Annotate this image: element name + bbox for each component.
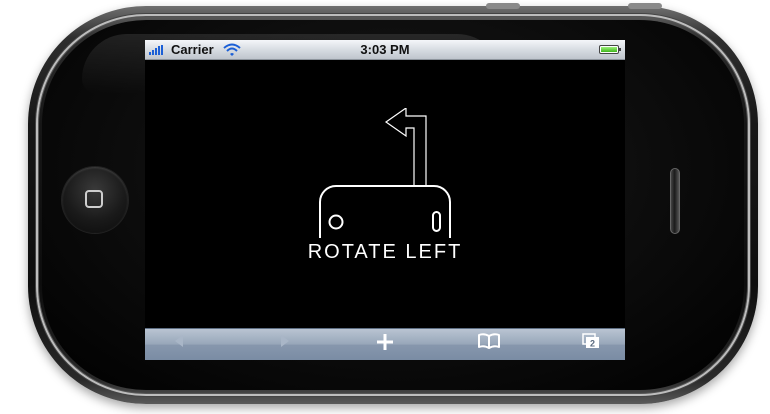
pages-icon: 2 <box>582 333 599 349</box>
bookmarks-button[interactable] <box>469 333 509 357</box>
earpiece-speaker <box>670 168 680 234</box>
add-bookmark-button[interactable] <box>365 333 405 357</box>
back-arrow-icon <box>175 335 183 347</box>
rotate-left-icon <box>319 108 451 238</box>
status-bar: Carrier 3:03 PM <box>145 40 625 60</box>
rotate-message: ROTATE LEFT <box>307 241 463 263</box>
pages-count: 2 <box>590 339 595 349</box>
bookmarks-icon <box>478 333 500 349</box>
status-time: 3:03 PM <box>360 42 410 57</box>
safari-toolbar: 2 <box>145 328 625 360</box>
forward-arrow-icon <box>281 335 289 347</box>
battery-icon <box>599 45 621 54</box>
add-icon <box>377 334 393 350</box>
pages-button[interactable]: 2 <box>571 333 611 357</box>
home-button[interactable] <box>62 167 128 233</box>
forward-button[interactable] <box>265 333 305 357</box>
home-square-icon <box>85 190 103 208</box>
sleep-button[interactable] <box>486 3 520 9</box>
battery-fill <box>601 47 617 52</box>
back-button[interactable] <box>159 333 199 357</box>
volume-button[interactable] <box>628 3 662 9</box>
device-stage: Carrier 3:03 PM ROTATE LEFT 2 <box>0 0 770 414</box>
screen: Carrier 3:03 PM ROTATE LEFT 2 <box>145 40 625 360</box>
